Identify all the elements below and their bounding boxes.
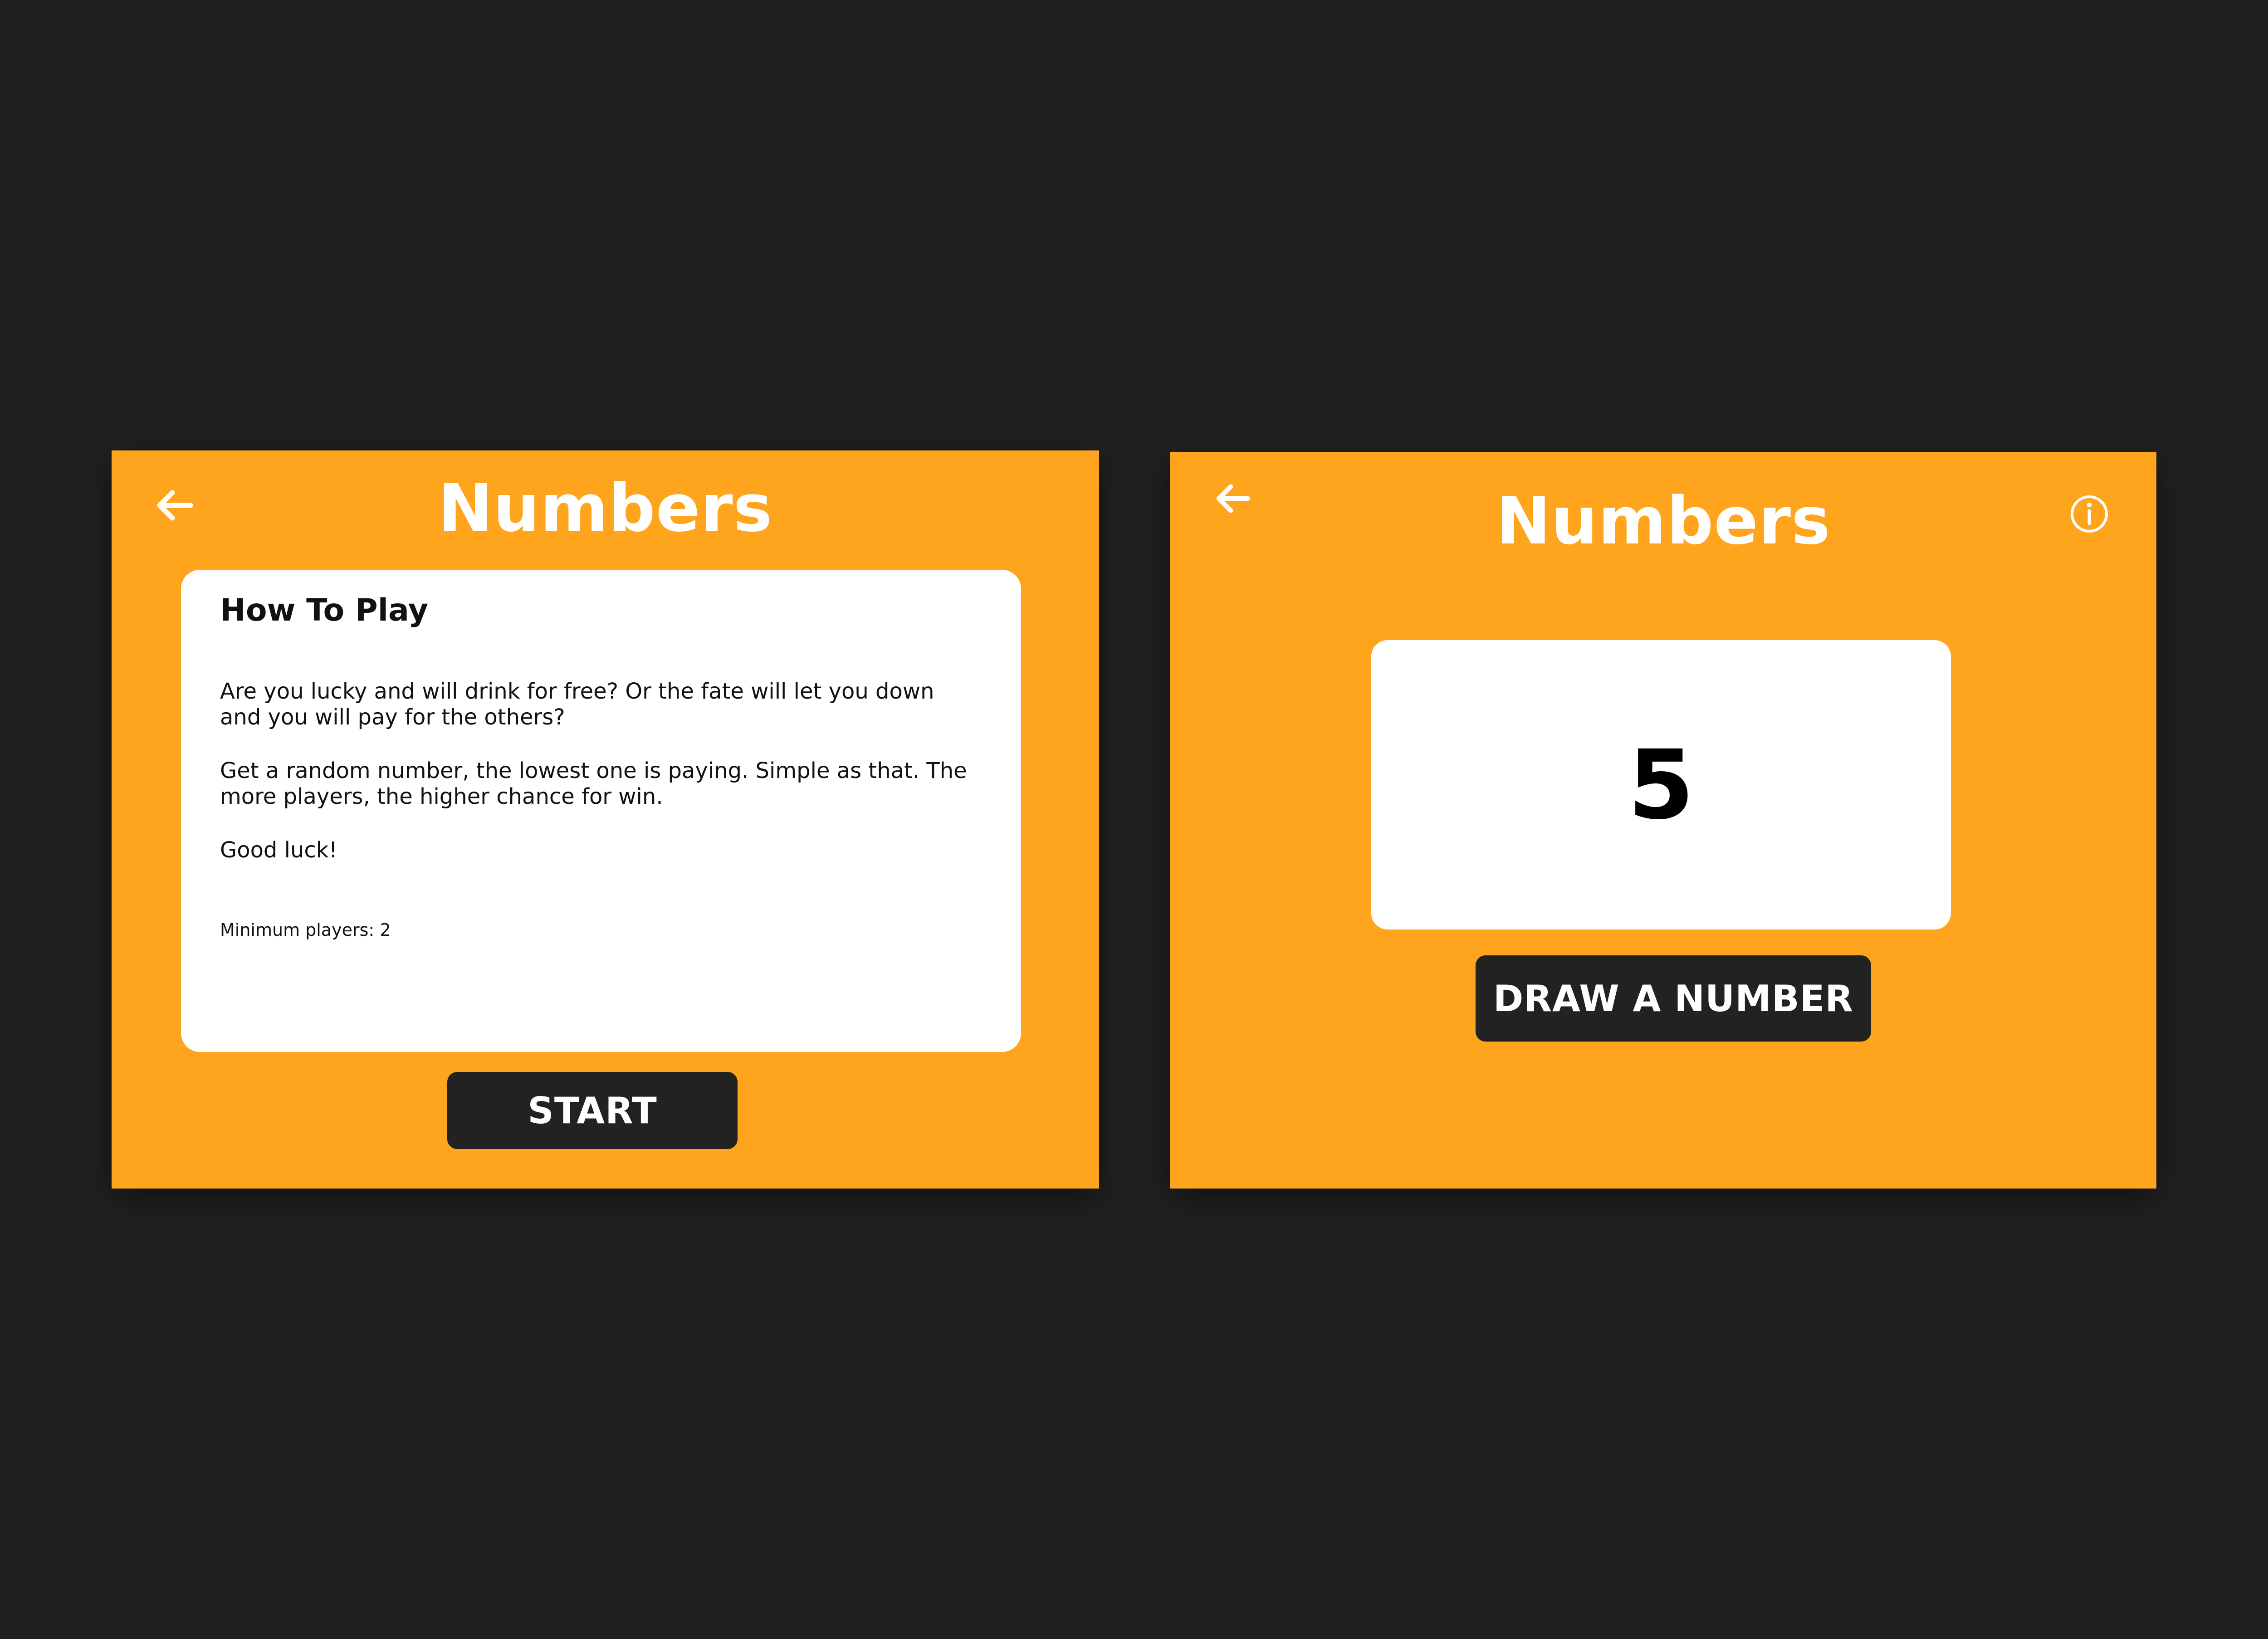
page-title: Numbers bbox=[438, 470, 773, 546]
how-to-play-screen: Numbers How To Play Are you lucky and wi… bbox=[112, 450, 1099, 1189]
good-luck-text: Good luck! bbox=[220, 837, 337, 863]
how-to-play-heading: How To Play bbox=[220, 592, 429, 628]
number-display-card: 5 bbox=[1371, 640, 1951, 930]
minimum-players-text: Minimum players: 2 bbox=[220, 920, 391, 940]
page-title: Numbers bbox=[1496, 483, 1831, 559]
draw-number-button[interactable]: DRAW A NUMBER bbox=[1476, 955, 1871, 1042]
draw-number-screen: Numbers 5 DRAW A NUMBER bbox=[1170, 452, 2156, 1189]
drawn-number: 5 bbox=[1628, 729, 1695, 841]
rules-paragraph: Are you lucky and will drink for free? O… bbox=[220, 679, 934, 730]
how-to-play-card: How To Play Are you lucky and will drink… bbox=[181, 570, 1021, 1052]
rules-paragraph: Get a random number, the lowest one is p… bbox=[220, 758, 967, 809]
start-button[interactable]: START bbox=[447, 1072, 738, 1149]
info-icon[interactable] bbox=[2069, 494, 2110, 534]
